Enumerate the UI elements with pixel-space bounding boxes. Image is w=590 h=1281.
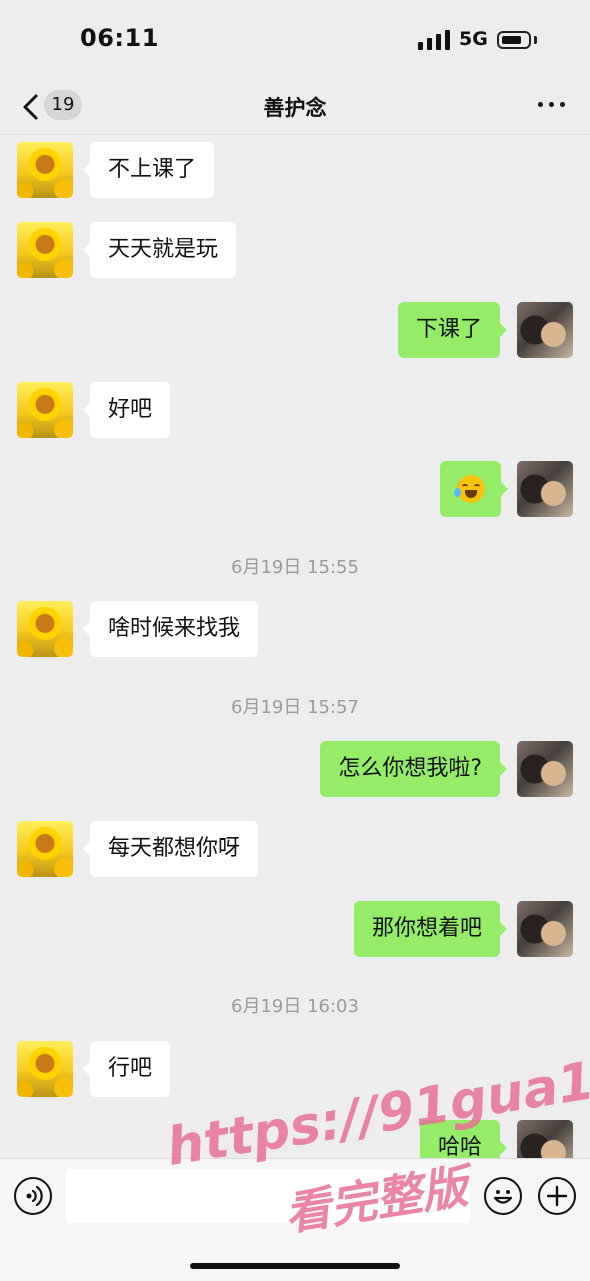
message-bubble-incoming[interactable]: 啥时候来找我 xyxy=(82,601,259,657)
voice-icon[interactable] xyxy=(14,1177,52,1215)
emoji-icon[interactable] xyxy=(484,1177,522,1215)
network-type: 5G xyxy=(459,28,488,50)
timestamp: 6月19日 16:03 xyxy=(231,996,359,1017)
message-bubble-incoming[interactable]: 不上课了 xyxy=(82,142,215,198)
contact-avatar[interactable] xyxy=(17,821,73,877)
signal-icon xyxy=(418,30,450,50)
my-avatar[interactable] xyxy=(517,302,573,358)
message-bubble-incoming[interactable]: 好吧 xyxy=(82,382,171,438)
my-avatar[interactable] xyxy=(517,741,573,797)
message-bubble-outgoing[interactable]: 怎么你想我啦? xyxy=(320,741,507,797)
message-bubble-incoming[interactable]: 每天都想你呀 xyxy=(82,821,259,877)
message-bubble-incoming[interactable]: 行吧 xyxy=(82,1041,171,1097)
laughing-crying-emoji-icon xyxy=(454,475,485,503)
status-time: 06:11 xyxy=(80,24,159,52)
contact-avatar[interactable] xyxy=(17,382,73,438)
my-avatar[interactable] xyxy=(517,461,573,517)
chat-title: 善护念 xyxy=(263,96,327,120)
contact-avatar[interactable] xyxy=(17,1041,73,1097)
battery-cap xyxy=(534,36,537,44)
contact-avatar[interactable] xyxy=(17,222,73,278)
battery-icon xyxy=(497,31,531,49)
message-bubble-outgoing[interactable] xyxy=(440,461,508,517)
more-icon[interactable] xyxy=(534,92,570,116)
my-avatar[interactable] xyxy=(517,901,573,957)
message-input[interactable] xyxy=(66,1169,470,1223)
contact-avatar[interactable] xyxy=(17,601,73,657)
message-bubble-outgoing[interactable]: 那你想着吧 xyxy=(353,901,508,957)
message-bubble-incoming[interactable]: 天天就是玩 xyxy=(82,222,237,278)
message-bubble-outgoing[interactable]: 下课了 xyxy=(397,302,508,358)
timestamp: 6月19日 15:57 xyxy=(231,697,359,718)
contact-avatar[interactable] xyxy=(17,142,73,198)
home-indicator xyxy=(190,1263,400,1269)
plus-icon[interactable] xyxy=(538,1177,576,1215)
status-bar: 06:11 5G xyxy=(0,0,590,80)
chat-header: 19 善护念 xyxy=(0,80,590,135)
timestamp: 6月19日 15:55 xyxy=(231,557,359,578)
